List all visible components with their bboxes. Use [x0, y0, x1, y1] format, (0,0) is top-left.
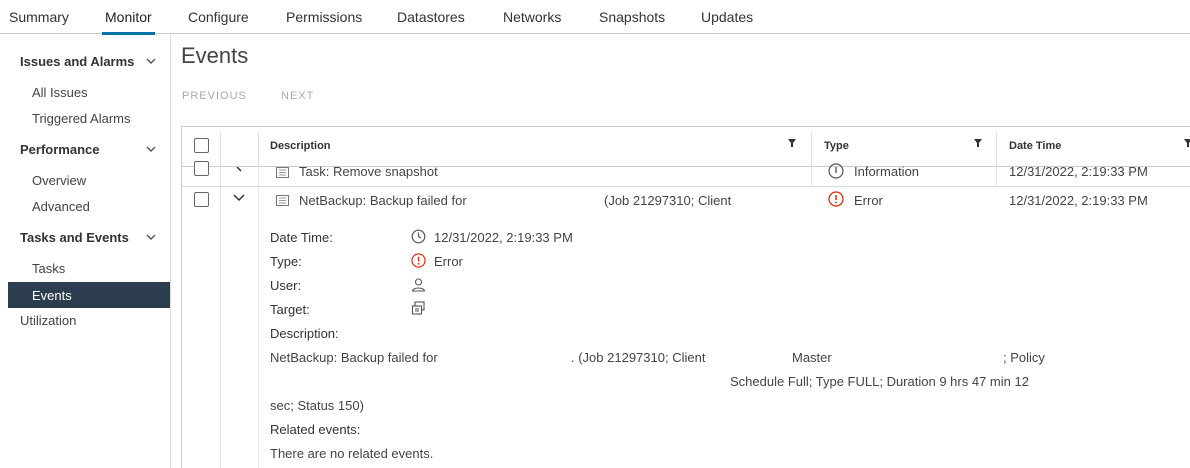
detail-description-label: Description:	[270, 326, 339, 341]
column-line	[996, 167, 997, 187]
detail-description-text: NetBackup: Backup failed for	[270, 350, 438, 365]
select-all-checkbox[interactable]	[194, 138, 209, 153]
sidebar-item-all-issues[interactable]: All Issues	[32, 85, 88, 100]
row-divider	[182, 186, 1190, 187]
column-header-datetime[interactable]: Date Time	[1009, 140, 1061, 152]
sidebar-group-performance[interactable]: Performance	[20, 142, 99, 157]
detail-description-text: . (Job 21297310; Client	[571, 350, 706, 365]
row-description-tail: (Job 21297310; Client	[604, 193, 732, 208]
chevron-right-icon[interactable]	[234, 167, 244, 175]
sidebar-group-issues[interactable]: Issues and Alarms	[20, 54, 134, 69]
event-icon	[276, 195, 289, 206]
vm-icon	[411, 301, 425, 315]
clock-icon	[411, 229, 426, 244]
events-grid: Description Type Date Time Task: Remove …	[181, 126, 1190, 468]
grid-header: Description Type Date Time	[182, 127, 1190, 167]
chevron-down-icon[interactable]	[146, 144, 156, 154]
object-tabs: Summary Monitor Configure Permissions Da…	[0, 0, 1190, 35]
column-line	[258, 167, 259, 468]
column-header-description[interactable]: Description	[270, 140, 331, 152]
row-datetime: 12/31/2022, 2:19:33 PM	[1009, 164, 1148, 179]
column-divider	[220, 133, 221, 167]
sidebar-item-tasks[interactable]: Tasks	[32, 261, 65, 276]
detail-description-text: ; Policy	[1003, 350, 1045, 365]
column-divider	[258, 133, 259, 167]
sidebar-group-tasks-events[interactable]: Tasks and Events	[20, 230, 129, 245]
row-checkbox[interactable]	[194, 161, 209, 176]
detail-description-text: Master	[792, 350, 832, 365]
tab-networks[interactable]: Networks	[503, 9, 561, 34]
column-divider	[996, 133, 997, 167]
monitor-sidebar: Issues and Alarms All Issues Triggered A…	[0, 34, 171, 468]
detail-target-label: Target:	[270, 302, 310, 317]
detail-type-value: Error	[434, 254, 463, 269]
row-description: NetBackup: Backup failed for	[299, 193, 467, 208]
tab-monitor[interactable]: Monitor	[102, 9, 155, 35]
detail-related-value: There are no related events.	[270, 446, 434, 461]
column-line	[811, 167, 812, 187]
detail-description-text: sec; Status 150)	[270, 398, 364, 413]
chevron-down-icon[interactable]	[233, 194, 245, 202]
detail-type-label: Type:	[270, 254, 302, 269]
tab-summary[interactable]: Summary	[9, 9, 69, 34]
tab-updates[interactable]: Updates	[701, 9, 753, 34]
row-checkbox[interactable]	[194, 192, 209, 207]
sidebar-item-advanced[interactable]: Advanced	[32, 199, 90, 214]
row-description: Task: Remove snapshot	[299, 164, 438, 179]
user-icon	[411, 278, 426, 292]
chevron-down-icon[interactable]	[146, 56, 156, 66]
column-divider	[811, 133, 812, 167]
tab-datastores[interactable]: Datastores	[397, 9, 465, 34]
row-datetime: 12/31/2022, 2:19:33 PM	[1009, 193, 1148, 208]
info-icon	[828, 163, 844, 179]
error-icon	[411, 253, 426, 268]
tab-snapshots[interactable]: Snapshots	[599, 9, 665, 34]
tab-permissions[interactable]: Permissions	[286, 9, 362, 34]
sidebar-item-triggered-alarms[interactable]: Triggered Alarms	[32, 111, 131, 126]
page-title: Events	[181, 43, 249, 68]
row-type: Error	[854, 193, 883, 208]
filter-icon[interactable]	[1184, 139, 1190, 147]
sidebar-item-label: Events	[32, 288, 72, 303]
event-icon	[276, 167, 289, 178]
tab-configure[interactable]: Configure	[188, 9, 249, 34]
filter-icon[interactable]	[788, 139, 796, 147]
detail-datetime-value: 12/31/2022, 2:19:33 PM	[434, 230, 573, 245]
sidebar-item-overview[interactable]: Overview	[32, 173, 86, 188]
error-icon	[828, 191, 844, 207]
next-button[interactable]: NEXT	[281, 90, 314, 102]
sidebar-item-utilization[interactable]: Utilization	[20, 313, 76, 328]
filter-icon[interactable]	[974, 139, 982, 147]
detail-related-label: Related events:	[270, 422, 361, 437]
detail-datetime-label: Date Time:	[270, 230, 333, 245]
column-header-type[interactable]: Type	[824, 140, 849, 152]
previous-button[interactable]: PREVIOUS	[182, 90, 247, 102]
row-type: Information	[854, 164, 920, 179]
detail-description-text: Schedule Full; Type FULL; Duration 9 hrs…	[730, 374, 1029, 389]
sidebar-item-events[interactable]: Events	[8, 282, 170, 308]
detail-user-label: User:	[270, 278, 302, 293]
chevron-down-icon[interactable]	[146, 232, 156, 242]
column-line	[220, 167, 221, 468]
